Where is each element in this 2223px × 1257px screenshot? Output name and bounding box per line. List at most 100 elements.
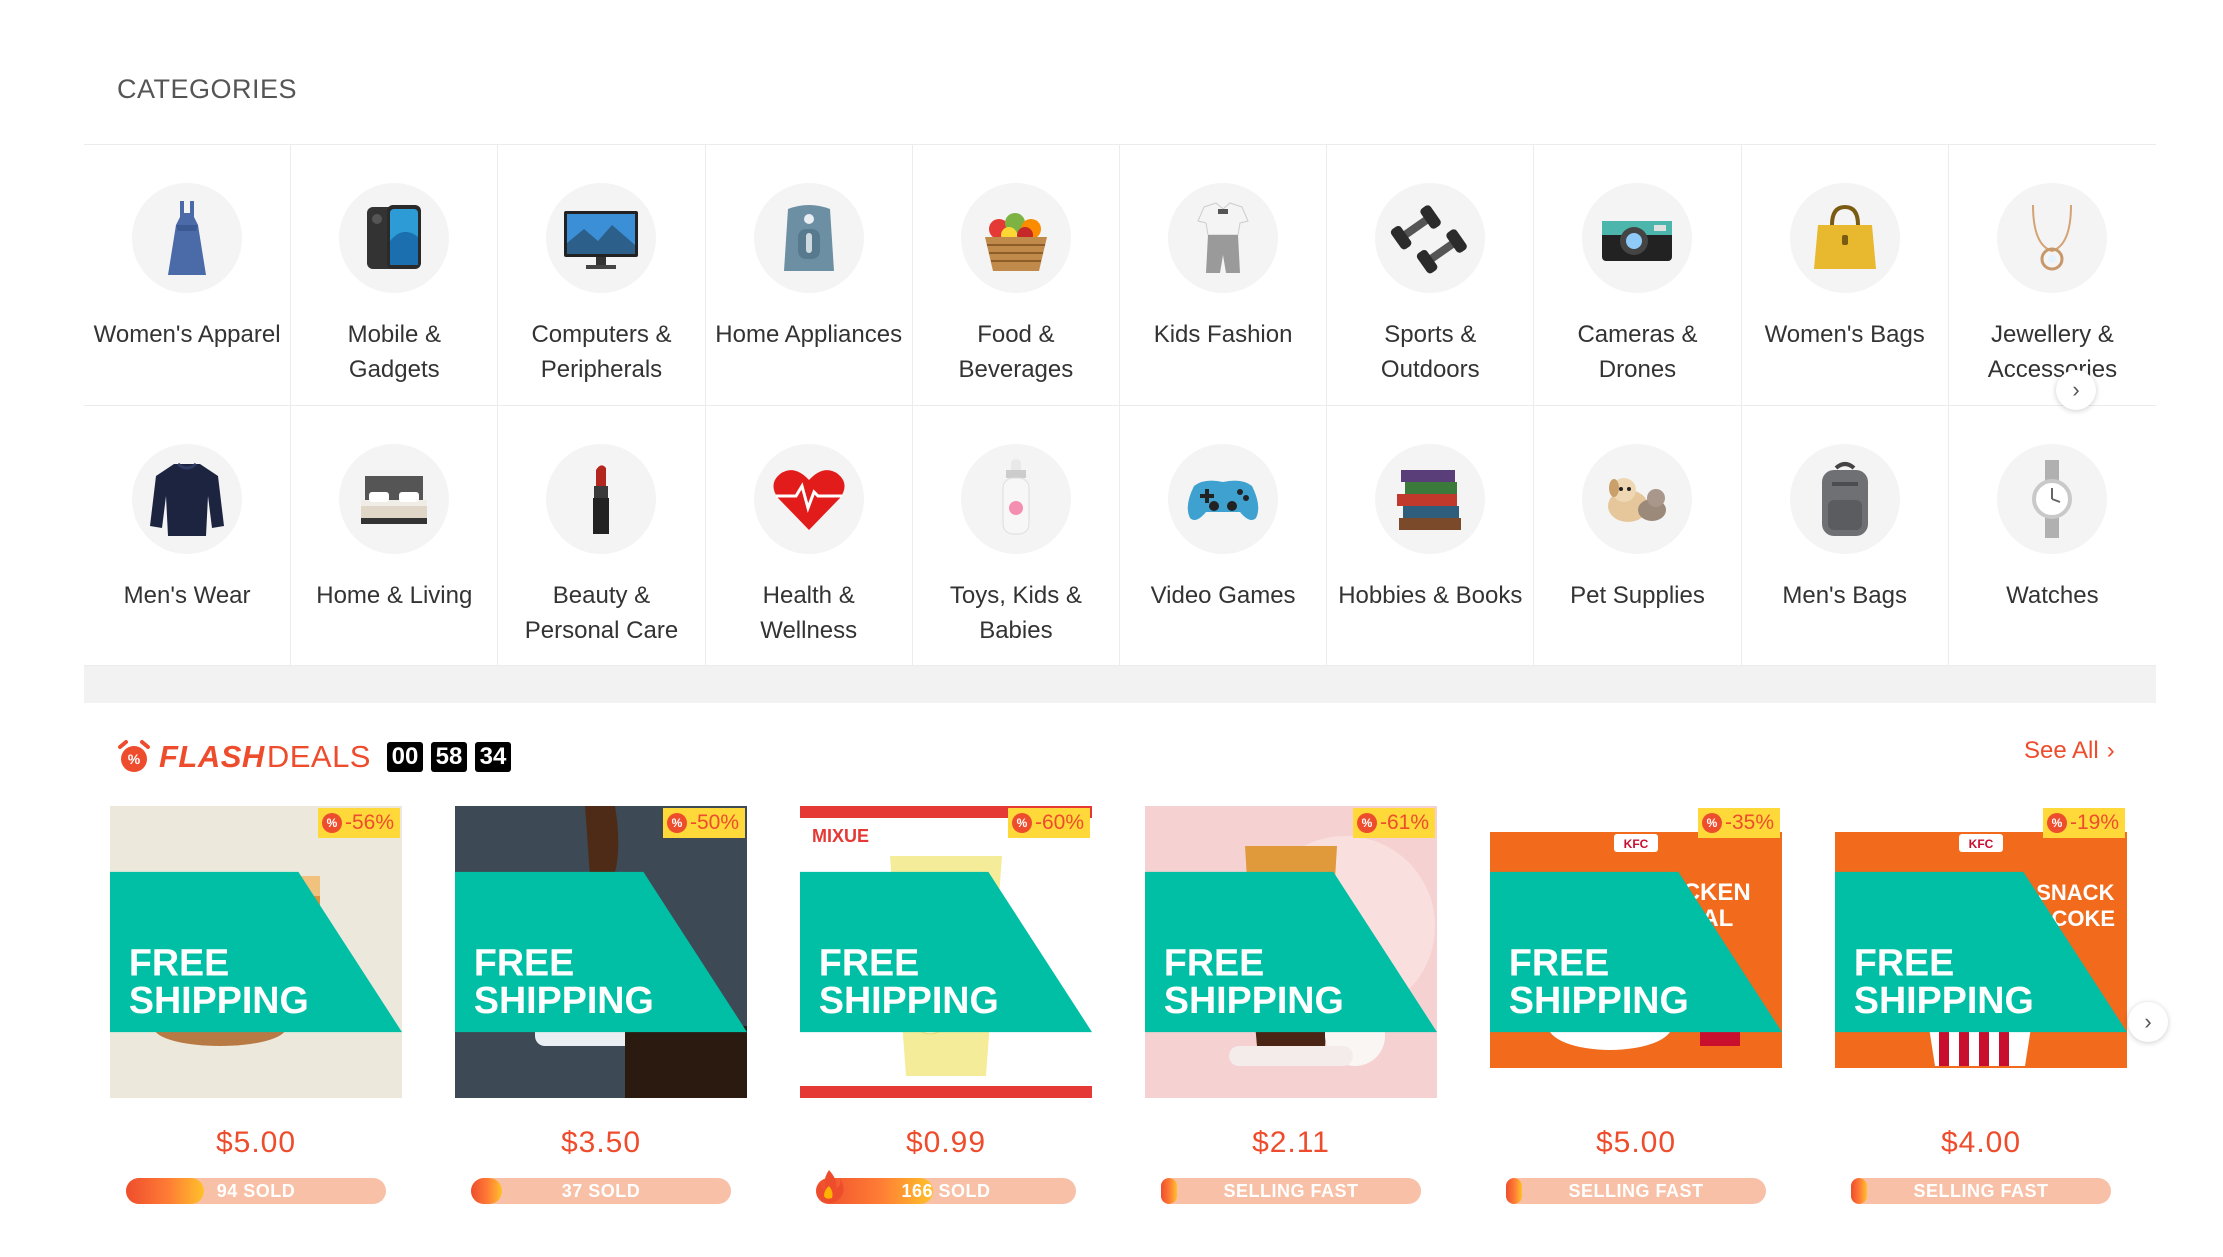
deal-price: $0.99 — [905, 1126, 987, 1159]
lipstick-icon — [546, 443, 657, 554]
deal-price: $2.11 — [1252, 1126, 1330, 1159]
category-computers-peripherals[interactable]: Computers & Peripherals — [498, 145, 706, 406]
svg-text:SHIPPING: SHIPPING — [1854, 979, 2034, 1021]
svg-text:FREE: FREE — [1164, 942, 1264, 984]
timer-minutes: 58 — [431, 742, 467, 772]
air-fryer-icon — [753, 183, 864, 293]
deal-price: $4.00 — [1940, 1126, 2022, 1159]
svg-text:FREE: FREE — [1854, 942, 1954, 984]
timer-seconds: 34 — [475, 742, 511, 772]
deal-card[interactable]: MIXUE % -60% FREE SHIPPING $0.99 166 SOLD — [800, 806, 1092, 1226]
category-label: Men's Wear — [123, 581, 251, 609]
category-home-appliances[interactable]: Home Appliances — [705, 145, 913, 406]
category-kids-fashion[interactable]: Kids Fashion — [1119, 145, 1328, 406]
category-health-wellness[interactable]: Health & Wellness — [705, 405, 913, 666]
category-cameras-drones[interactable]: Cameras & Drones — [1534, 145, 1742, 406]
category-toys-kids-babies[interactable]: Toys, Kids & Babies — [912, 405, 1120, 666]
category-beauty-personal-care[interactable]: Beauty & Personal Care — [498, 405, 706, 666]
category-label: Home Appliances — [715, 321, 903, 348]
category-food-beverages[interactable]: Food & Beverages — [912, 145, 1120, 406]
chevron-right-icon: › — [2144, 1009, 2152, 1034]
deal-card[interactable]: KFC$56PC CHICKENBITES MEAL %-35% FREESHI… — [1490, 806, 1782, 1226]
see-all-link[interactable]: See All › — [2024, 737, 2115, 765]
free-shipping-icon: FREESHIPPING — [1835, 871, 2127, 1033]
books-icon — [1375, 443, 1486, 554]
deals-next-button[interactable]: › — [2128, 1002, 2168, 1042]
sold-label: 37 SOLD — [561, 1181, 641, 1201]
category-label: Home & Living — [316, 581, 473, 609]
deal-image: % -50% FREE SHIPPING — [455, 806, 747, 1098]
flash-deals-list: % -56% FREE SHIPPING $5.00 94 SOLD % -50% F… — [110, 806, 2130, 1226]
sweater-icon — [132, 443, 243, 554]
free-shipping-icon: FREESHIPPING — [800, 871, 1092, 1033]
category-womens-apparel[interactable]: Women's Apparel — [84, 145, 292, 406]
deal-image: KFC$56PC CHICKENBITES MEAL %-35% FREESHI… — [1490, 806, 1782, 1098]
alarm-clock-icon: % — [118, 740, 150, 772]
deal-card[interactable]: % -56% FREE SHIPPING $5.00 94 SOLD — [110, 806, 402, 1226]
category-label: Kids Fashion — [1153, 321, 1293, 348]
svg-text:SHIPPING: SHIPPING — [1164, 979, 1344, 1021]
category-label: Food & Beverages — [958, 321, 1074, 383]
category-label: Mobile & Gadgets — [347, 321, 441, 383]
category-label: Pet Supplies — [1570, 581, 1705, 609]
dress-icon — [132, 183, 243, 293]
deal-card[interactable]: KFC$4TENDERS SNACKBOX + REG COKE %-19% F… — [1835, 806, 2127, 1226]
watch-icon — [1997, 443, 2108, 554]
countdown-timer: 00 58 34 — [387, 742, 511, 772]
category-watches[interactable]: Watches — [1948, 406, 2156, 666]
sold-label: 166 SOLD — [901, 1181, 991, 1201]
free-shipping-icon: FREESHIPPING — [1490, 871, 1782, 1033]
category-label: Video Games — [1150, 581, 1296, 609]
category-label: Health & Wellness — [760, 581, 858, 644]
category-home-living[interactable]: Home & Living — [291, 405, 499, 666]
sold-progress-bar: SELLING FAST — [1161, 1178, 1421, 1204]
heart-icon — [753, 443, 864, 554]
category-womens-bags[interactable]: Women's Bags — [1741, 145, 1949, 406]
category-sports-outdoors[interactable]: Sports & Outdoors — [1327, 145, 1535, 406]
flash-deals-logo: % FLASH DEALS — [117, 739, 371, 775]
deal-image: % -56% FREE SHIPPING — [110, 806, 402, 1098]
category-label: Jewellery & Accessories — [1987, 321, 2118, 383]
smartphone-icon — [339, 183, 450, 293]
svg-text:FREE: FREE — [819, 942, 919, 984]
category-mens-wear[interactable]: Men's Wear — [84, 405, 292, 666]
deal-price: $3.50 — [560, 1126, 642, 1159]
svg-text:FREE: FREE — [129, 942, 229, 984]
category-label: Hobbies & Books — [1338, 581, 1523, 609]
deal-image: MIXUE % -60% FREE SHIPPING — [800, 806, 1092, 1098]
deal-card[interactable]: % -61% FREE SHIPPING $2.11 SELLING FAST — [1145, 806, 1437, 1226]
timer-hours: 00 — [387, 742, 423, 772]
category-mobile-gadgets[interactable]: Mobile & Gadgets — [291, 145, 499, 406]
chevron-right-icon: › — [2106, 737, 2115, 764]
sold-label: SELLING FAST — [1568, 1181, 1704, 1201]
svg-text:SHIPPING: SHIPPING — [474, 979, 654, 1021]
dumbbell-icon — [1375, 183, 1486, 293]
categories-next-button[interactable]: › — [2056, 370, 2096, 410]
bed-icon — [339, 443, 450, 554]
sold-label: SELLING FAST — [1223, 1181, 1359, 1201]
category-label: Computers & Peripherals — [531, 321, 672, 383]
categories-title: CATEGORIES — [117, 74, 298, 104]
categories-section: CATEGORIES Women's Apparel Mobile & Gadg… — [84, 38, 2156, 703]
kids-outfit-icon — [1168, 183, 1279, 293]
sold-progress-bar: 166 SOLD — [816, 1170, 1076, 1204]
categories-grid: Women's Apparel Mobile & Gadgets Compute… — [84, 144, 2156, 666]
category-pet-supplies[interactable]: Pet Supplies — [1534, 405, 1742, 666]
gamepad-icon — [1168, 443, 1279, 554]
see-all-label: See All — [2024, 737, 2099, 764]
free-shipping-icon: FREESHIPPING — [455, 871, 747, 1033]
category-video-games[interactable]: Video Games — [1119, 405, 1328, 666]
categories-divider — [84, 666, 2156, 703]
pets-icon — [1582, 443, 1693, 554]
category-label: Women's Bags — [1764, 321, 1925, 348]
chevron-right-icon: › — [2072, 377, 2080, 402]
category-jewellery-accessories[interactable]: Jewellery & Accessories — [1948, 145, 2156, 406]
deal-card[interactable]: % -50% FREE SHIPPING $3.50 37 SOLD — [455, 806, 747, 1226]
camera-icon — [1582, 183, 1693, 293]
sold-progress-bar: SELLING FAST — [1506, 1178, 1766, 1204]
category-label: Toys, Kids & Babies — [949, 581, 1082, 644]
category-hobbies-books[interactable]: Hobbies & Books — [1327, 405, 1535, 666]
category-label: Women's Apparel — [93, 321, 281, 348]
category-mens-bags[interactable]: Men's Bags — [1741, 405, 1949, 666]
flash-deals-title-regular: DEALS — [266, 739, 371, 774]
